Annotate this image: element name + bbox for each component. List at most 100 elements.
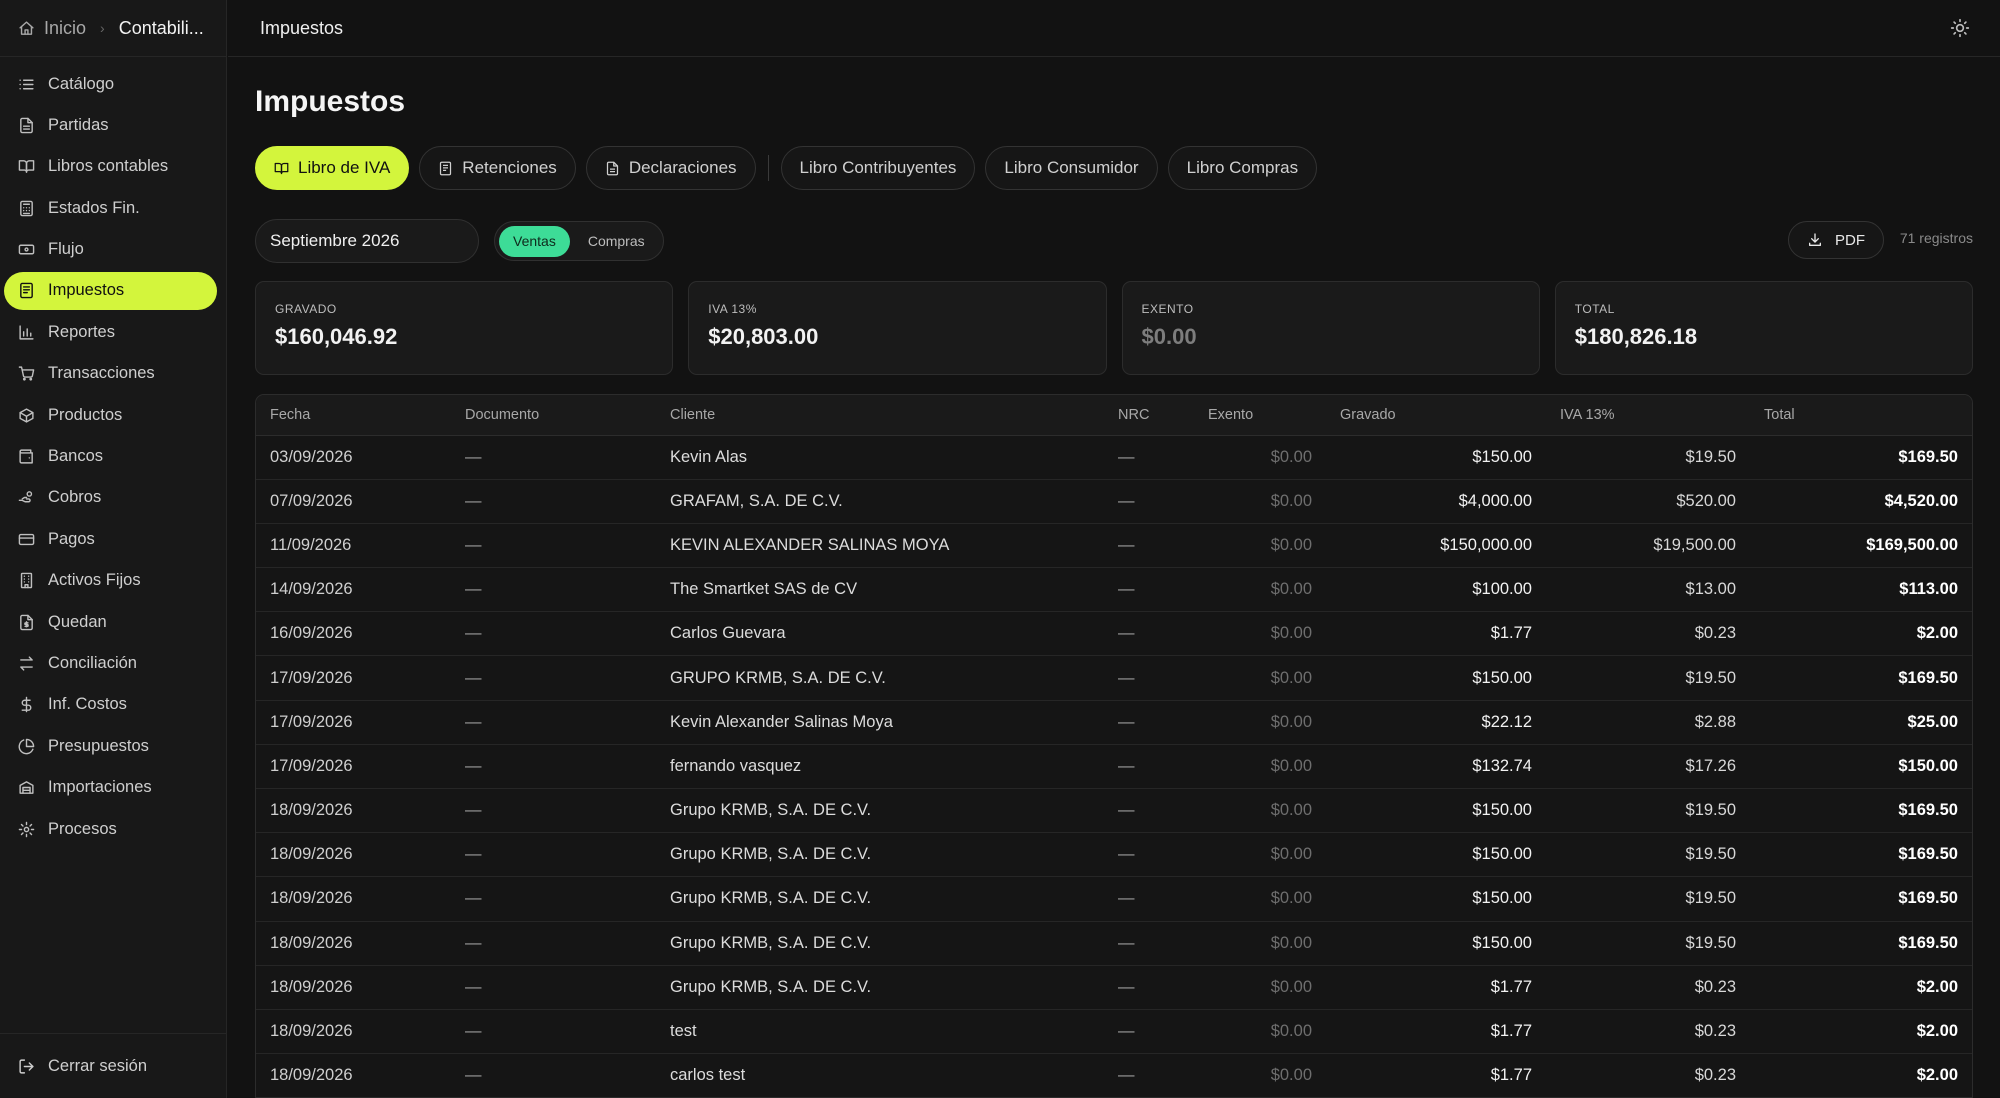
col-documento[interactable]: Documento: [451, 395, 656, 436]
breadcrumb-home[interactable]: Inicio: [18, 18, 86, 39]
cell-cliente: Grupo KRMB, S.A. DE C.V.: [656, 788, 1104, 834]
card-total: TOTAL $180,826.18: [1554, 281, 1973, 375]
sidebar-item-impuestos[interactable]: Impuestos: [4, 271, 217, 310]
table-row[interactable]: 16/09/2026— Carlos Guevara — $0.00 $1.77 $0.2…: [256, 611, 1972, 657]
summary-cards: GRAVADO $160,046.92 IVA 13% $20,803.00 E…: [255, 281, 1973, 375]
sidebar-item-label: Productos: [48, 405, 123, 424]
cell-fecha: 17/09/2026: [256, 744, 451, 790]
tab-retenciones[interactable]: Retenciones: [419, 146, 576, 190]
tab-libro-contribuyentes[interactable]: Libro Contribuyentes: [780, 146, 976, 190]
tab-libro-compras[interactable]: Libro Compras: [1167, 146, 1318, 190]
card-label: EXENTO: [1141, 302, 1194, 316]
cell-nrc: —: [1104, 611, 1194, 657]
sidebar-item-estados-fin[interactable]: Estados Fin.: [4, 189, 217, 227]
sidebar-item-label: Reportes: [48, 322, 115, 341]
sidebar-item-bancos[interactable]: Bancos: [4, 438, 217, 476]
cell-fecha: 18/09/2026: [256, 965, 451, 1010]
toggle-compras[interactable]: Compras: [574, 226, 659, 257]
table-row[interactable]: 18/09/2026— test — $0.00 $1.77 $0.23 $2.00: [256, 1009, 1972, 1055]
toggle-ventas[interactable]: Ventas: [499, 225, 570, 257]
cell-nrc: —: [1104, 700, 1194, 745]
tab-divider: [767, 155, 769, 181]
cell-iva: $0.23: [1546, 965, 1750, 1010]
arrows-swap-icon: [20, 656, 33, 671]
table-row[interactable]: 17/09/2026— Kevin Alexander Salinas Moya —…: [256, 700, 1972, 745]
sidebar-item-label: Partidas: [48, 115, 109, 134]
col-gravado[interactable]: Gravado: [1326, 395, 1546, 436]
col-exento[interactable]: Exento: [1194, 395, 1326, 436]
cell-nrc: —: [1104, 965, 1194, 1010]
cell-iva: $0.23: [1546, 1009, 1750, 1055]
col-fecha[interactable]: Fecha: [256, 395, 451, 436]
card-value: $0.00: [1141, 324, 1197, 349]
pdf-download-button[interactable]: PDF: [1788, 221, 1884, 259]
cell-fecha: 17/09/2026: [256, 700, 451, 745]
cell-total: $169.50: [1750, 435, 1972, 480]
table-row[interactable]: 11/09/2026— KEVIN ALEXANDER SALINAS MOYA —…: [256, 523, 1972, 569]
cell-gravado: $4,000.00: [1326, 479, 1546, 524]
table-row[interactable]: 18/09/2026— Grupo KRMB, S.A. DE C.V. — $0.0…: [256, 788, 1972, 834]
table-row[interactable]: 18/09/2026— Grupo KRMB, S.A. DE C.V. — $0.0…: [256, 832, 1972, 878]
page-title: Impuestos: [255, 85, 406, 118]
sidebar-item-reportes[interactable]: Reportes: [4, 313, 217, 351]
breadcrumb-current[interactable]: Contabili...: [119, 18, 204, 39]
sidebar-item-pagos[interactable]: Pagos: [4, 520, 217, 558]
table-row[interactable]: 03/09/2026— Kevin Alas — $0.00 $150.00 $19.50…: [256, 435, 1972, 480]
sidebar-item-procesos[interactable]: Procesos: [4, 810, 217, 848]
sidebar-item-cobros[interactable]: Cobros: [4, 479, 217, 517]
cell-gravado: $150.00: [1326, 832, 1546, 878]
table-row[interactable]: 14/09/2026— The Smartket SAS de CV — $0.00 $…: [256, 567, 1972, 613]
sidebar-item-presupuestos[interactable]: Presupuestos: [4, 727, 217, 765]
cell-iva: $19,500.00: [1546, 523, 1750, 569]
cell-iva: $19.50: [1546, 788, 1750, 834]
sidebar-item-conciliación[interactable]: Conciliación: [4, 644, 217, 682]
theme-toggle-sun-icon[interactable]: [1950, 18, 1970, 38]
sidebar-item-productos[interactable]: Productos: [4, 396, 217, 434]
table-row[interactable]: 07/09/2026— GRAFAM, S.A. DE C.V. — $0.00 $4,…: [256, 479, 1972, 524]
gear-icon: [18, 821, 35, 837]
tab-declaraciones[interactable]: Declaraciones: [585, 146, 756, 190]
tab-label: Libro Compras: [1186, 158, 1299, 177]
credit-card-icon: [18, 533, 35, 545]
sidebar-item-flujo[interactable]: Flujo: [4, 231, 217, 269]
sidebar-item-transacciones[interactable]: Transacciones: [4, 355, 217, 393]
cart-icon: [18, 366, 35, 381]
table-row[interactable]: 17/09/2026— GRUPO KRMB, S.A. DE C.V. — $0.0…: [256, 655, 1972, 701]
cell-exento: $0.00: [1194, 523, 1326, 569]
cell-gravado: $150.00: [1326, 435, 1546, 480]
logout-button[interactable]: Cerrar sesión: [4, 1047, 222, 1085]
card-exento: EXENTO $0.00: [1121, 281, 1540, 375]
cell-fecha: 07/09/2026: [256, 479, 451, 524]
col-nrc[interactable]: NRC: [1104, 395, 1194, 436]
period-selector[interactable]: Septiembre 2026: [255, 219, 479, 263]
cell-cliente: KEVIN ALEXANDER SALINAS MOYA: [656, 523, 1104, 569]
cell-cliente: Kevin Alexander Salinas Moya: [656, 700, 1104, 745]
cell-documento: —: [451, 788, 656, 834]
table-row[interactable]: 17/09/2026— fernando vasquez — $0.00 $132.74…: [256, 744, 1972, 790]
cell-total: $2.00: [1750, 965, 1972, 1010]
sidebar-item-quedan[interactable]: Quedan: [4, 603, 217, 641]
col-total[interactable]: Total: [1750, 395, 1972, 436]
card-label: IVA 13%: [708, 302, 757, 316]
sidebar-item-partidas[interactable]: Partidas: [4, 106, 217, 144]
sidebar-item-libros-contables[interactable]: Libros contables: [4, 148, 217, 186]
sidebar-item-inf-costos[interactable]: Inf. Costos: [4, 686, 217, 724]
table-row[interactable]: 18/09/2026— Grupo KRMB, S.A. DE C.V. — $0.0…: [256, 921, 1972, 966]
tab-libro-iva[interactable]: Libro de IVA: [255, 146, 410, 190]
table-row[interactable]: 18/09/2026— Grupo KRMB, S.A. DE C.V. — $0.0…: [256, 876, 1972, 922]
tab-label: Libro de IVA: [298, 158, 391, 177]
col-cliente[interactable]: Cliente: [656, 395, 1104, 436]
cell-cliente: Carlos Guevara: [656, 611, 1104, 657]
cell-documento: —: [451, 1009, 656, 1055]
sidebar-item-catálogo[interactable]: Catálogo: [4, 65, 217, 103]
table-row[interactable]: 18/09/2026— Grupo KRMB, S.A. DE C.V. — $0.0…: [256, 965, 1972, 1010]
sidebar-item-activos-fijos[interactable]: Activos Fijos: [4, 562, 217, 600]
cell-iva: $520.00: [1546, 479, 1750, 524]
cell-cliente: Grupo KRMB, S.A. DE C.V.: [656, 832, 1104, 878]
cell-documento: —: [451, 567, 656, 613]
col-iva[interactable]: IVA 13%: [1546, 395, 1750, 436]
tab-libro-consumidor[interactable]: Libro Consumidor: [985, 146, 1158, 190]
logout-label: Cerrar sesión: [48, 1056, 148, 1075]
table-row[interactable]: 18/09/2026— carlos test — $0.00 $1.77 $0.23 $2…: [256, 1053, 1972, 1097]
sidebar-item-importaciones[interactable]: Importaciones: [4, 769, 217, 807]
